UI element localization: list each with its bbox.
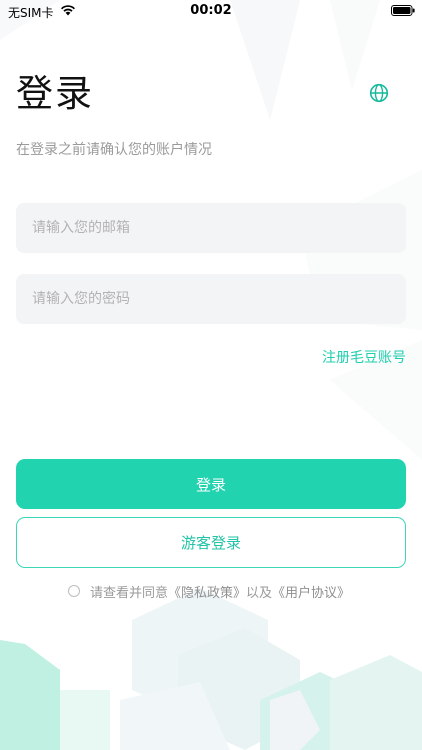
agreement-conjunction: 以及 <box>246 585 273 601</box>
agreement-text: 请查看并同意《隐私政策》以及《用户协议》 <box>90 582 350 601</box>
agreement-checkbox[interactable] <box>68 585 80 597</box>
status-bar: 无SIM卡 00:02 <box>0 0 422 24</box>
login-content: 登录 在登录之前请确认您的账户情况 注册毛豆账号 登录 游客登录 请查看并同意《… <box>0 0 422 750</box>
guest-login-button[interactable]: 游客登录 <box>16 517 406 568</box>
page-title: 登录 <box>16 72 94 115</box>
login-button[interactable]: 登录 <box>16 459 406 509</box>
user-agreement-link[interactable]: 《用户协议》 <box>272 586 350 601</box>
status-time: 00:02 <box>190 3 232 18</box>
email-field[interactable] <box>16 203 406 253</box>
globe-icon <box>369 83 389 103</box>
login-screen: 无SIM卡 00:02 登录 在登录之前请确认您的账户情况 注册毛豆账号 登录 <box>0 0 422 750</box>
password-field[interactable] <box>16 274 406 324</box>
agreement-row: 请查看并同意《隐私政策》以及《用户协议》 <box>68 582 350 601</box>
register-account-link[interactable]: 注册毛豆账号 <box>322 347 406 367</box>
privacy-policy-link[interactable]: 《隐私政策》 <box>168 586 246 601</box>
page-subtitle: 在登录之前请确认您的账户情况 <box>16 142 212 158</box>
battery-icon <box>391 5 415 16</box>
language-button[interactable] <box>366 80 392 106</box>
agreement-prefix: 请查看并同意 <box>90 585 169 601</box>
